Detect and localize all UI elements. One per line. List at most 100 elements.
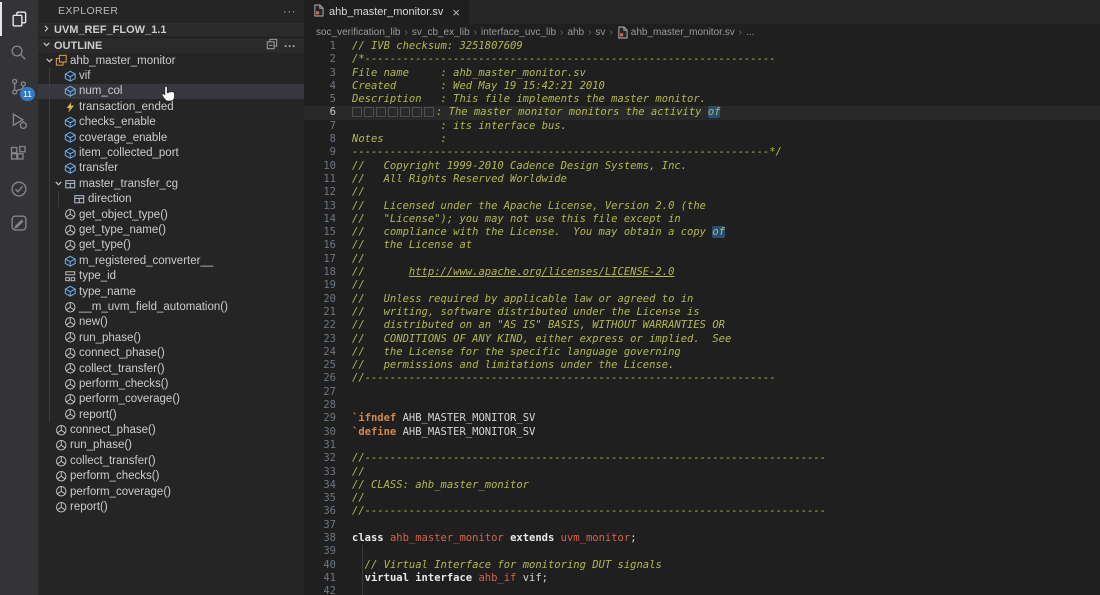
outline-item-collect_transfer[interactable]: collect_transfer() (38, 453, 304, 468)
outline-item-item_collected_port[interactable]: item_collected_port (38, 145, 304, 160)
outline-item-type_name[interactable]: type_name (38, 284, 304, 299)
code-line-41[interactable]: 41 virtual interface ahb_if vif; (304, 572, 1100, 585)
code-line-12[interactable]: 12// (304, 186, 1100, 199)
code-line-3[interactable]: 3File name : ahb_master_monitor.sv (304, 67, 1100, 80)
code-line-8[interactable]: 8Notes : (304, 133, 1100, 146)
outline-item-perform_checks[interactable]: perform_checks() (38, 376, 304, 391)
code-line-14[interactable]: 14// "License"); you may not use this fi… (304, 213, 1100, 226)
activity-run-debug-button[interactable] (0, 104, 38, 138)
outline-item-new[interactable]: new() (38, 315, 304, 330)
outline-item-num_col[interactable]: num_col (38, 84, 304, 99)
outline-item-perform_checks[interactable]: perform_checks() (38, 469, 304, 484)
outline-more-actions-button[interactable]: ··· (284, 41, 296, 51)
outline-item-type_id[interactable]: type_id (38, 268, 304, 283)
code-line-15[interactable]: 15// compliance with the License. You ma… (304, 226, 1100, 239)
outline-item-collect_transfer[interactable]: collect_transfer() (38, 361, 304, 376)
collapse-all-icon[interactable] (266, 38, 278, 53)
code-line-38[interactable]: 38class ahb_master_monitor extends uvm_m… (304, 532, 1100, 545)
outline-item-checks_enable[interactable]: checks_enable (38, 115, 304, 130)
breadcrumb-item-interface_uvc_lib[interactable]: interface_uvc_lib (481, 27, 556, 38)
line-number: 34 (304, 479, 336, 492)
outline-item-run_phase[interactable]: run_phase() (38, 438, 304, 453)
code-line-30[interactable]: 30`define AHB_MASTER_MONITOR_SV (304, 426, 1100, 439)
code-line-4[interactable]: 4Created : Wed May 19 15:42:21 2010 (304, 80, 1100, 93)
line-number: 27 (304, 386, 336, 399)
code-line-16[interactable]: 16// the License at (304, 239, 1100, 252)
outline-item-get_type_name[interactable]: get_type_name() (38, 222, 304, 237)
code-line-33[interactable]: 33// (304, 466, 1100, 479)
activity-notebook-button[interactable] (0, 206, 38, 240)
code-line-20[interactable]: 20// Unless required by applicable law o… (304, 293, 1100, 306)
outline-item-connect_phase[interactable]: connect_phase() (38, 422, 304, 437)
code-line-40[interactable]: 40 // Virtual Interface for monitoring D… (304, 559, 1100, 572)
code-link[interactable]: http://www.apache.org/licenses/LICENSE-2… (409, 266, 675, 278)
code-line-26[interactable]: 26//------------------------------------… (304, 372, 1100, 385)
code-editor[interactable]: 1// IVB checksum: 32518076092/*---------… (304, 40, 1100, 595)
code-line-7[interactable]: 7 : its interface bus. (304, 120, 1100, 133)
code-line-18[interactable]: 18// http://www.apache.org/licenses/LICE… (304, 266, 1100, 279)
outline-item-ahb_master_monitor[interactable]: ahb_master_monitor (38, 53, 304, 68)
outline-item-m_registered_converter__[interactable]: m_registered_converter__ (38, 253, 304, 268)
chevron-down-icon[interactable] (44, 55, 55, 66)
outline-item-transfer[interactable]: transfer (38, 161, 304, 176)
breadcrumb-item-ahb[interactable]: ahb (567, 27, 584, 38)
code-line-6[interactable]: 6: The master monitor monitors the activ… (304, 106, 1100, 119)
outline-item-coverage_enable[interactable]: coverage_enable (38, 130, 304, 145)
code-line-23[interactable]: 23// CONDITIONS OF ANY KIND, either expr… (304, 333, 1100, 346)
breadcrumb-item-ahb_master_monitorsv[interactable]: ahb_master_monitor.sv (617, 26, 735, 39)
activity-testing-button[interactable] (0, 172, 38, 206)
code-line-21[interactable]: 21// writing, software distributed under… (304, 306, 1100, 319)
activity-search-button[interactable] (0, 36, 38, 70)
outline-item-perform_coverage[interactable]: perform_coverage() (38, 484, 304, 499)
outline-item-master_transfer_cg[interactable]: master_transfer_cg (38, 176, 304, 191)
close-icon[interactable]: × (452, 5, 460, 20)
code-line-17[interactable]: 17// (304, 253, 1100, 266)
code-line-13[interactable]: 13// Licensed under the Apache License, … (304, 200, 1100, 213)
outline-item-transaction_ended[interactable]: transaction_ended (38, 99, 304, 114)
code-line-9[interactable]: 9---------------------------------------… (304, 146, 1100, 159)
code-line-27[interactable]: 27 (304, 386, 1100, 399)
code-line-42[interactable]: 42 (304, 585, 1100, 595)
tab-ahb-master-monitor[interactable]: ahb_master_monitor.sv × (304, 0, 469, 24)
activity-source-control-button[interactable]: 11 (0, 70, 38, 104)
code-line-2[interactable]: 2/*-------------------------------------… (304, 53, 1100, 66)
outline-item-connect_phase[interactable]: connect_phase() (38, 345, 304, 360)
outline-item-__m_uvm_field_automation[interactable]: __m_uvm_field_automation() (38, 299, 304, 314)
outline-item-vif[interactable]: vif (38, 68, 304, 83)
breadcrumb-item-sv_cb_ex_lib[interactable]: sv_cb_ex_lib (412, 27, 470, 38)
outline-item-perform_coverage[interactable]: perform_coverage() (38, 392, 304, 407)
breadcrumb-item-[interactable]: ... (746, 27, 754, 38)
code-line-31[interactable]: 31 (304, 439, 1100, 452)
code-token: // Copyright 1999-2010 Cadence Design Sy… (352, 160, 687, 172)
code-line-32[interactable]: 32//------------------------------------… (304, 452, 1100, 465)
code-line-29[interactable]: 29`ifndef AHB_MASTER_MONITOR_SV (304, 412, 1100, 425)
activity-explorer-button[interactable] (0, 2, 38, 36)
section-outline[interactable]: OUTLINE ··· (38, 37, 304, 53)
code-line-24[interactable]: 24// the License for the specific langua… (304, 346, 1100, 359)
activity-extensions-button[interactable] (0, 138, 38, 172)
code-line-22[interactable]: 22// distributed on an "AS IS" BASIS, WI… (304, 319, 1100, 332)
code-line-35[interactable]: 35// (304, 492, 1100, 505)
code-line-19[interactable]: 19// (304, 279, 1100, 292)
outline-item-report[interactable]: report() (38, 499, 304, 514)
breadcrumb-item-soc_verification_lib[interactable]: soc_verification_lib (316, 27, 401, 38)
breadcrumb-item-sv[interactable]: sv (595, 27, 605, 38)
sidebar-more-actions-button[interactable]: ··· (283, 4, 296, 18)
code-line-25[interactable]: 25// permissions and limitations under t… (304, 359, 1100, 372)
code-line-34[interactable]: 34// CLASS: ahb_master_monitor (304, 479, 1100, 492)
code-line-28[interactable]: 28 (304, 399, 1100, 412)
code-line-10[interactable]: 10// Copyright 1999-2010 Cadence Design … (304, 160, 1100, 173)
code-line-37[interactable]: 37 (304, 519, 1100, 532)
code-line-11[interactable]: 11// All Rights Reserved Worldwide (304, 173, 1100, 186)
outline-item-run_phase[interactable]: run_phase() (38, 330, 304, 345)
code-line-36[interactable]: 36//------------------------------------… (304, 505, 1100, 518)
outline-item-get_object_type[interactable]: get_object_type() (38, 207, 304, 222)
code-line-1[interactable]: 1// IVB checksum: 3251807609 (304, 40, 1100, 53)
code-line-5[interactable]: 5Description : This file implements the … (304, 93, 1100, 106)
outline-item-get_type[interactable]: get_type() (38, 238, 304, 253)
outline-item-direction[interactable]: direction (38, 192, 304, 207)
section-uvm-ref-flow[interactable]: UVM_REF_FLOW_1.1 (38, 21, 304, 37)
chevron-down-icon[interactable] (53, 178, 64, 189)
code-line-39[interactable]: 39 (304, 545, 1100, 558)
outline-item-report[interactable]: report() (38, 407, 304, 422)
